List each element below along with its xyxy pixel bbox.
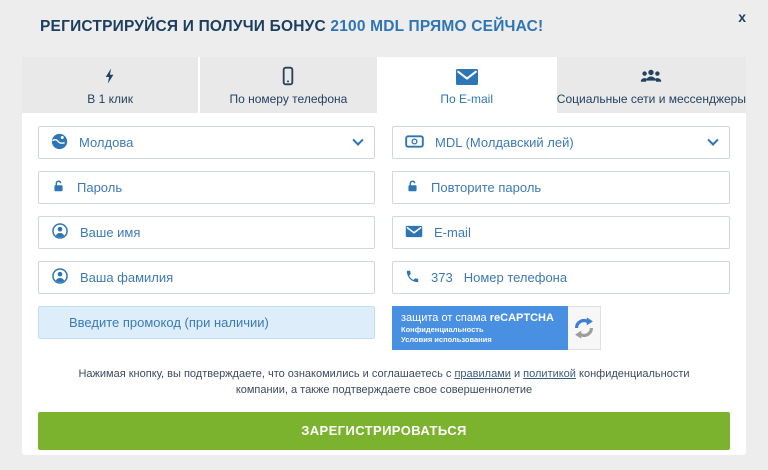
envelope-icon <box>405 224 423 242</box>
disclaimer-text: и <box>511 368 523 380</box>
disclaimer-text: Нажимая кнопку, вы подтверждаете, что оз… <box>78 368 454 380</box>
privacy-policy-link[interactable]: политикой <box>523 368 576 380</box>
form-row-passwords <box>38 171 730 204</box>
tab-social-messengers[interactable]: Социальные сети и мессенджеры <box>557 57 746 113</box>
register-button[interactable]: ЗАРЕГИСТРИРОВАТЬСЯ <box>38 412 730 450</box>
people-icon <box>639 65 663 87</box>
promo-code-input[interactable] <box>69 315 362 330</box>
form-row-promo-captcha: защита от спама reCAPTCHA Конфиденциальн… <box>38 306 730 350</box>
chevron-down-icon <box>352 134 363 145</box>
recaptcha-privacy-link[interactable]: Конфиденциальность <box>401 325 484 334</box>
recaptcha-text: защита от спама reCAPTCHA Конфиденциальн… <box>392 306 568 350</box>
first-name-field[interactable] <box>38 216 375 249</box>
recaptcha-title: защита от спама reCAPTCHA <box>401 312 560 326</box>
modal-header: РЕГИСТРИРУЙСЯ И ПОЛУЧИ БОНУС 2100 MDL ПР… <box>40 18 728 36</box>
chevron-down-icon <box>707 134 718 145</box>
lightning-icon <box>101 65 119 87</box>
globe-icon <box>51 133 68 153</box>
recaptcha-badge[interactable]: защита от спама reCAPTCHA Конфиденциальн… <box>392 306 601 350</box>
currency-select-value: MDL (Молдавский лей) <box>435 135 574 150</box>
tab-label: По номеру телефона <box>229 92 347 106</box>
phone-field[interactable]: 373 <box>392 261 730 294</box>
recaptcha-logo-icon <box>568 306 601 350</box>
tab-label: Социальные сети и мессенджеры <box>557 92 746 106</box>
country-select[interactable]: Молдова <box>38 126 375 159</box>
lock-icon <box>405 178 420 198</box>
currency-select[interactable]: MDL (Молдавский лей) <box>392 126 730 159</box>
last-name-field[interactable] <box>38 261 375 294</box>
form-content: Молдова MDL (Молдавский лей) <box>22 113 746 450</box>
recaptcha-links: Конфиденциальность Условия использования <box>401 325 511 345</box>
phone-country-code: 373 <box>431 270 453 285</box>
smartphone-icon <box>278 65 298 87</box>
envelope-icon <box>455 65 479 87</box>
email-field[interactable] <box>392 216 730 249</box>
form-row-surname-phone: 373 <box>38 261 730 294</box>
tab-label: В 1 клик <box>87 92 133 106</box>
repeat-password-input[interactable] <box>431 180 717 195</box>
last-name-input[interactable] <box>80 270 362 285</box>
title-bonus-accent: 2100 MDL ПРЯМО СЕЙЧАС! <box>330 18 543 35</box>
password-input[interactable] <box>77 180 362 195</box>
country-select-value: Молдова <box>79 135 133 150</box>
password-field[interactable] <box>38 171 375 204</box>
user-icon <box>51 267 69 288</box>
registration-tabs: В 1 клик По номеру телефона По E-mail Со… <box>22 57 746 113</box>
first-name-input[interactable] <box>80 225 362 240</box>
user-icon <box>51 222 69 243</box>
promo-code-field[interactable] <box>38 306 375 339</box>
tab-one-click[interactable]: В 1 клик <box>22 57 198 113</box>
page-title: РЕГИСТРИРУЙСЯ И ПОЛУЧИ БОНУС 2100 MDL ПР… <box>40 18 728 36</box>
close-button[interactable]: x <box>734 6 750 28</box>
title-main: РЕГИСТРИРУЙСЯ И ПОЛУЧИ БОНУС <box>40 18 326 35</box>
rules-link[interactable]: правилами <box>454 368 510 380</box>
tab-label: По E-mail <box>440 92 493 106</box>
repeat-password-field[interactable] <box>392 171 730 204</box>
tab-by-phone[interactable]: По номеру телефона <box>200 57 376 113</box>
phone-input[interactable] <box>464 270 717 285</box>
email-input[interactable] <box>434 225 717 240</box>
banknote-icon <box>405 133 424 153</box>
tab-by-email[interactable]: По E-mail <box>379 57 555 113</box>
form-row-name-email <box>38 216 730 249</box>
terms-disclaimer: Нажимая кнопку, вы подтверждаете, что оз… <box>52 367 716 399</box>
registration-panel: В 1 клик По номеру телефона По E-mail Со… <box>22 57 746 455</box>
lock-icon <box>51 178 66 198</box>
recaptcha-terms-link[interactable]: Условия использования <box>401 335 492 344</box>
form-row-selects: Молдова MDL (Молдавский лей) <box>38 126 730 159</box>
phone-icon <box>405 269 420 287</box>
